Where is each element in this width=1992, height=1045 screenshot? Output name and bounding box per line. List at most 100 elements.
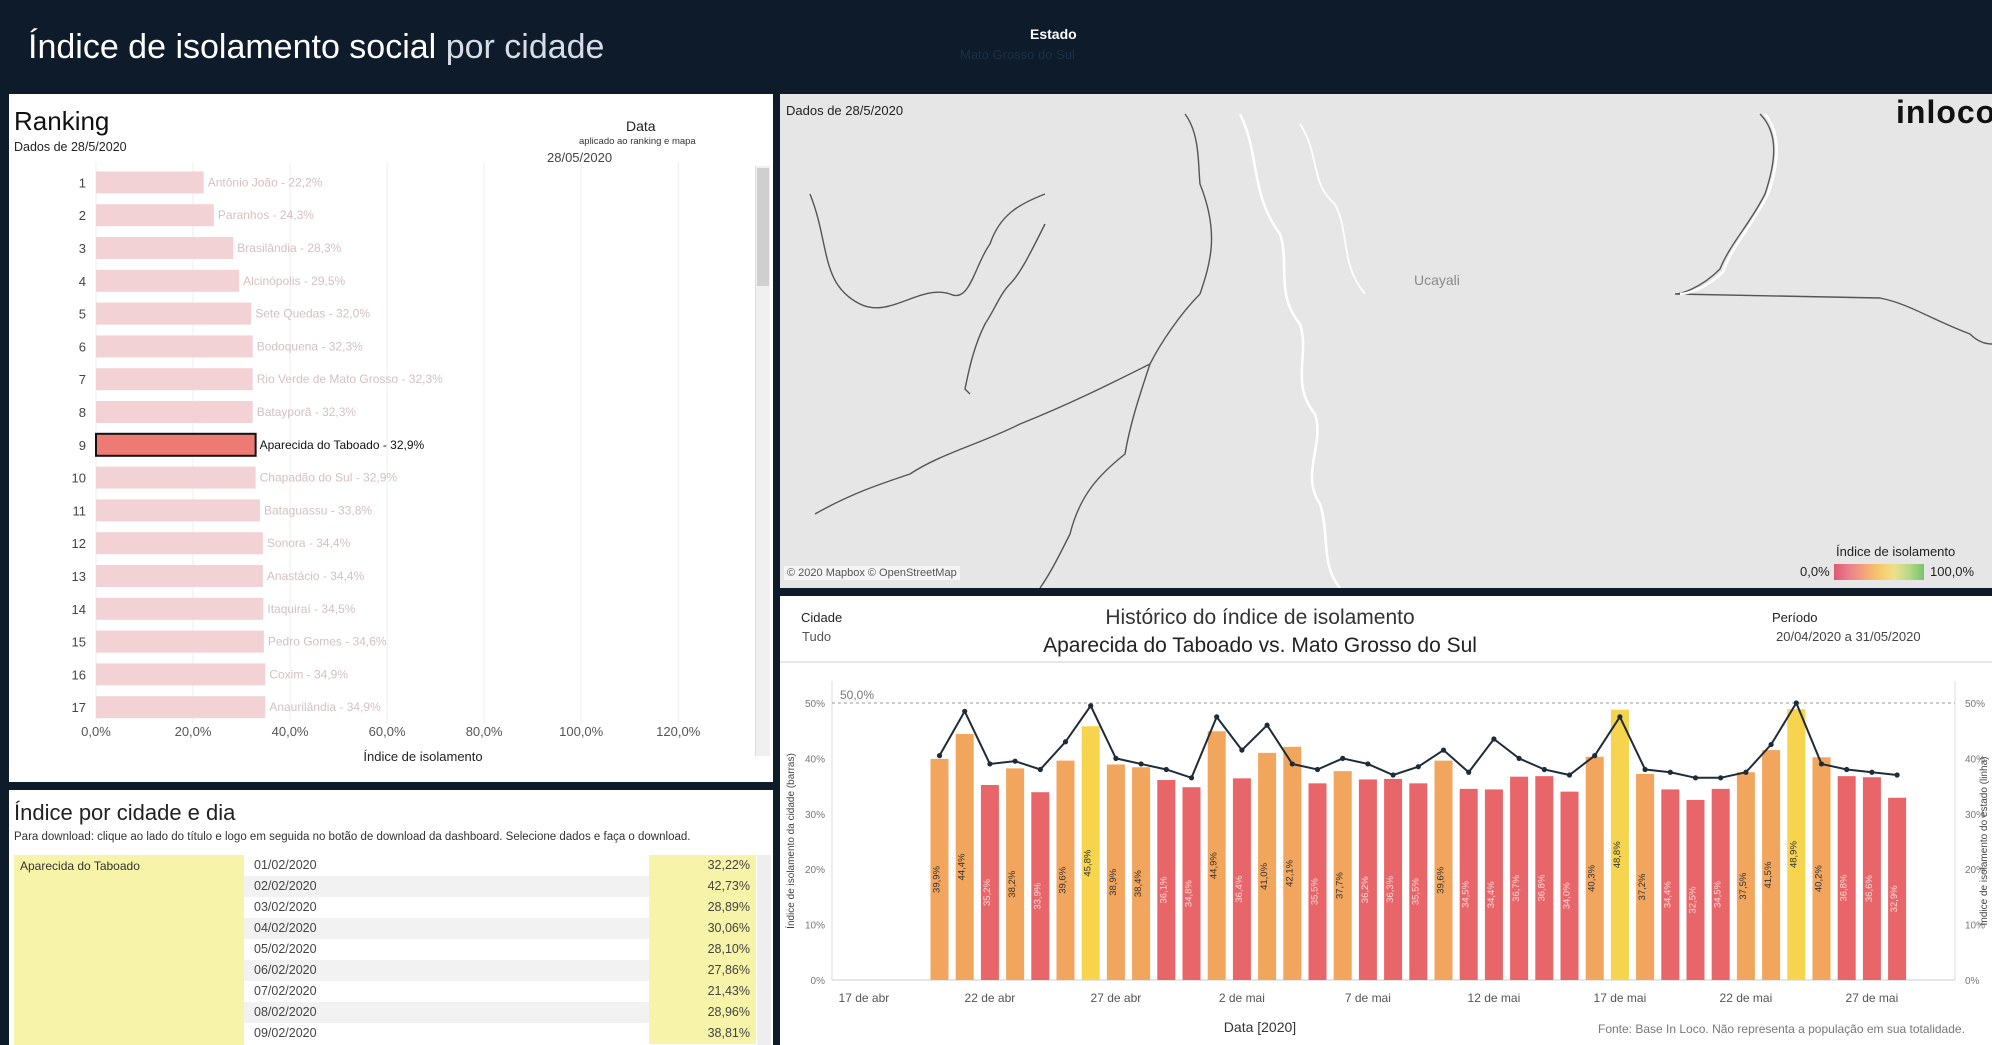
ranking-title: Ranking: [14, 106, 110, 136]
history-x-tick: 27 de mai: [1846, 991, 1899, 1005]
ranking-scrollbar[interactable]: [755, 166, 770, 756]
city-bar-label: 48,8%: [1612, 841, 1623, 868]
state-line-point: [1314, 766, 1321, 773]
state-line-point: [1743, 769, 1749, 775]
city-bar-label: 41,5%: [1763, 861, 1774, 888]
city-bar-label: 40,2%: [1814, 865, 1825, 892]
city-bar-label: 34,4%: [1486, 881, 1497, 908]
table-row-value: 27,86%: [649, 960, 756, 981]
ranking-bar-label: Sete Quedas - 32,0%: [255, 307, 370, 321]
estado-filter-label: Estado: [1030, 26, 1077, 42]
city-day-table: Aparecida do Taboado 01/02/2020 32,22% 02/…: [14, 855, 756, 1045]
ranking-bar-label: Pedro Gomes - 34,6%: [268, 635, 387, 649]
state-line-point: [1869, 769, 1875, 775]
history-title: Histórico do índice de isolamento: [1105, 606, 1415, 629]
table-row-value: 30,06%: [649, 918, 756, 939]
page-title-suffix: por cidade: [445, 28, 605, 66]
history-y-tick-left: 30%: [805, 810, 825, 821]
city-bar-label: 33,9%: [1032, 882, 1043, 909]
estado-filter-value[interactable]: Mato Grosso do Sul: [960, 47, 1075, 62]
history-y-tick-left: 50%: [805, 699, 825, 710]
inloco-logo[interactable]: inloco: [1896, 94, 1992, 131]
table-row: 02/02/2020 42,73%: [244, 876, 756, 897]
ranking-position-label: 15: [72, 635, 86, 650]
table-title[interactable]: Índice por cidade e dia: [14, 800, 235, 826]
state-line-point: [1844, 766, 1850, 773]
state-line-point: [1541, 766, 1547, 773]
history-chart: 0% 0%10% 10%20% 20%30% 30%40% 40%50% 50%Índice…: [780, 661, 1992, 1005]
ranking-bar: [96, 499, 260, 522]
ranking-bar-label: Bodoquena - 32,3%: [257, 339, 363, 353]
page-title-main: Índice de isolamento social: [28, 28, 437, 66]
city-bar-label: 36,8%: [1839, 874, 1850, 901]
ranking-bar-label: Chapadão do Sul - 32,9%: [260, 471, 398, 485]
ranking-bar-label: Batayporã - 32,3%: [257, 405, 357, 419]
ranking-bar-label: Rio Verde de Mato Grosso - 32,3%: [257, 372, 443, 386]
date-filter-value[interactable]: 28/05/2020: [547, 150, 612, 165]
state-line-point: [1617, 714, 1623, 720]
table-row-value: 28,10%: [649, 939, 756, 960]
state-line-point: [1163, 766, 1169, 773]
ranking-position-label: 1: [79, 175, 86, 190]
ranking-scroll-thumb[interactable]: [757, 168, 769, 286]
history-x-tick: 22 de abr: [965, 991, 1016, 1005]
date-filter-label: Data: [626, 118, 656, 134]
city-bar-label: 36,3%: [1385, 875, 1396, 902]
table-row-value: 21,43%: [649, 981, 756, 1002]
ranking-bar-label: Anaurilândia - 34,9%: [269, 700, 381, 714]
table-row: 06/02/2020 27,86%: [244, 960, 756, 981]
map-attribution[interactable]: © 2020 Mapbox © OpenStreetMap: [784, 566, 960, 580]
period-filter-value[interactable]: 20/04/2020 a 31/05/2020: [1776, 629, 1921, 644]
state-line-point: [1692, 775, 1699, 781]
ranking-bar: [96, 237, 234, 259]
city-bar-label: 36,4%: [1234, 875, 1245, 902]
city-bar-label: 35,2%: [982, 878, 993, 905]
ranking-panel: 0,0% 20,0% 40,0% 60,0% 80,0% 100,0% 120,0% Índi…: [9, 94, 773, 782]
ranking-bar-label: Brasilândia - 28,3%: [237, 241, 341, 255]
table-download-note: Para download: clique ao lado do título …: [14, 831, 691, 843]
table-row-value: 38,81%: [649, 1023, 756, 1044]
map-border-line: [1184, 113, 1213, 295]
table-row: 07/02/2020 21,43%: [244, 981, 756, 1002]
state-line-point: [962, 708, 968, 714]
state-line-point: [936, 753, 943, 759]
ranking-bar: [96, 696, 266, 719]
state-line-point: [1718, 775, 1724, 781]
city-bar-label: 48,9%: [1788, 841, 1799, 868]
ranking-position-label: 16: [72, 667, 86, 682]
table-row-date: 05/02/2020: [254, 942, 317, 956]
table-scrollbar[interactable]: [757, 855, 771, 1045]
ranking-x-tick: 0,0%: [81, 724, 111, 739]
ranking-bar: [96, 335, 253, 358]
map-legend-gradient: [1834, 564, 1924, 580]
city-bar-label: 37,5%: [1738, 872, 1749, 899]
table-row: 08/02/2020 28,96%: [244, 1002, 756, 1023]
table-row-date: 06/02/2020: [254, 963, 317, 977]
map-legend-max: 100,0%: [1930, 564, 1975, 579]
state-line-point: [1289, 761, 1295, 767]
ranking-position-label: 2: [79, 208, 86, 223]
city-bar-label: 44,4%: [957, 853, 968, 880]
state-line-point: [1088, 703, 1094, 709]
ranking-bar-label: Antônio João - 22,2%: [208, 175, 323, 189]
ranking-bar: [96, 204, 214, 227]
period-filter-label: Período: [1772, 610, 1818, 625]
city-bar-label: 45,8%: [1083, 849, 1094, 876]
ranking-x-tick: 80,0%: [466, 724, 503, 739]
ranking-bar: [96, 269, 240, 292]
history-y-axis-right-label: Índice de isolamento do estado (linha): [1977, 757, 1990, 926]
ranking-x-tick: 20,0%: [175, 724, 212, 739]
history-y-tick-left: 40%: [805, 754, 825, 765]
ranking-bar-label: Bataguassu - 33,8%: [264, 503, 372, 517]
ranking-bar: [96, 565, 263, 587]
table-panel: Índice por cidade e dia Para download: c…: [9, 790, 773, 1045]
map-canvas[interactable]: [780, 94, 1992, 588]
city-bar-label: 37,2%: [1637, 873, 1648, 900]
state-line-point: [1214, 714, 1220, 720]
history-x-tick: 2 de mai: [1219, 991, 1265, 1005]
ranking-bar: [96, 401, 253, 423]
map-panel[interactable]: Dados de 28/5/2020 inloco Ucayali © 2020…: [780, 94, 1992, 588]
state-line-point: [1239, 747, 1245, 753]
ranking-bar: [96, 302, 252, 325]
table-city-cell[interactable]: Aparecida do Taboado: [14, 855, 244, 1045]
